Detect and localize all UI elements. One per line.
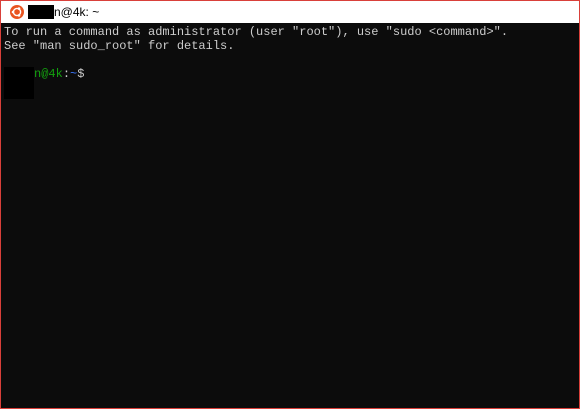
terminal-line: To run a command as administrator (user … [4, 25, 509, 39]
prompt-symbol: $ [77, 67, 85, 81]
ubuntu-logo-icon[interactable] [10, 5, 24, 19]
vertical-scrollbar[interactable] [577, 23, 579, 408]
redacted-username-block [28, 5, 54, 19]
prompt-user-host: n@4k [34, 67, 63, 81]
shell-prompt[interactable]: n@4k : ~ $ [4, 67, 85, 99]
terminal-line: See "man sudo_root" for details. [4, 39, 235, 53]
window-title: n@4k: ~ [54, 5, 100, 19]
terminal-window[interactable]: n@4k: ~ To run a command as administrato… [0, 0, 580, 409]
title-bar[interactable]: n@4k: ~ [1, 1, 579, 23]
prompt-separator: : [62, 67, 71, 81]
prompt-path: ~ [70, 67, 78, 81]
redacted-prompt-user-block [4, 67, 34, 99]
terminal-output-area[interactable]: To run a command as administrator (user … [1, 23, 579, 408]
